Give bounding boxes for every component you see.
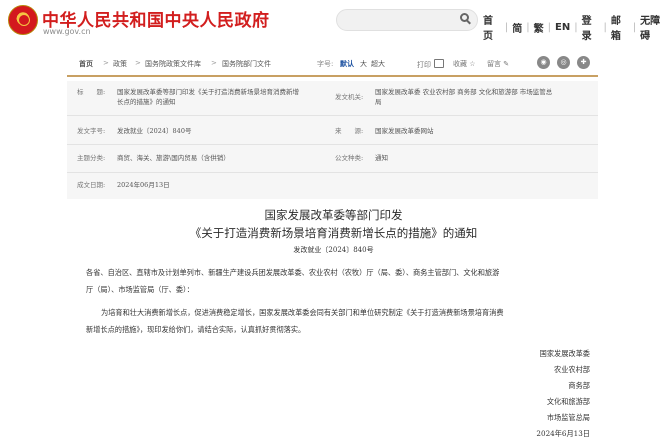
- breadcrumb: 首页 > 政策 > 国务院政策文件库 > 国务院部门文件 字号: 默认 大 超大…: [79, 59, 510, 70]
- more-share-icon[interactable]: ✚: [577, 56, 590, 69]
- favorite-button[interactable]: 收藏 ☆: [453, 59, 476, 69]
- topic-value: 商贸、海关、旅游\国内贸易（含供销）: [117, 154, 230, 162]
- pencil-icon: ✎: [503, 60, 510, 68]
- signatory-ndrc: 国家发展改革委: [539, 349, 590, 358]
- national-emblem-icon: [8, 5, 38, 35]
- title-value-line2: 长点的措施》的通知: [117, 98, 176, 106]
- recipients-line2: 厅（局）、市场监管局（厅、委）：: [86, 285, 194, 294]
- source-label: 来 源:: [335, 127, 364, 135]
- paragraph-line2: 新增长点的措施》，现印发给你们，请结合实际，认真抓好贯彻落实。: [86, 325, 306, 334]
- signatory-commerce: 商务部: [568, 381, 590, 390]
- recipients-line1: 各省、自治区、直辖市及计划单列市、新疆生产建设兵团发展改革委、农业农村（农牧）厅…: [86, 268, 500, 277]
- nav-english-link[interactable]: EN: [555, 22, 570, 33]
- docno-value: 发改就业〔2024〕840号: [117, 127, 192, 135]
- print-button[interactable]: 打印: [417, 59, 444, 70]
- breadcrumb-dept-docs[interactable]: 国务院部门文件: [222, 59, 271, 69]
- star-icon: ☆: [469, 60, 476, 68]
- search-input[interactable]: [336, 9, 478, 31]
- signing-date: 2024年6月13日: [536, 429, 590, 438]
- breadcrumb-policy-library[interactable]: 国务院政策文件库: [145, 59, 201, 69]
- nav-mail-link[interactable]: 邮箱: [611, 12, 629, 42]
- document-heading-line2: 《关于打造消费新场景培育消费新增长点的措施》的通知: [189, 226, 478, 240]
- date-label: 成文日期:: [77, 181, 106, 189]
- nav-accessibility-link[interactable]: 无障碍: [640, 12, 667, 42]
- signatory-agriculture: 农业农村部: [554, 365, 590, 374]
- font-size-label: 字号:: [317, 60, 334, 68]
- weibo-share-icon[interactable]: ◉: [537, 56, 550, 69]
- nav-login-link[interactable]: 登录: [582, 12, 600, 42]
- docno-label: 发文字号:: [77, 127, 106, 135]
- comment-button[interactable]: 留言 ✎: [487, 59, 509, 69]
- document-info-table: 标 题: 国家发展改革委等部门印发《关于打造消费新场景培育消费新增 长点的措施》…: [67, 81, 598, 199]
- paragraph-line1: 为培育和壮大消费新增长点，促进消费稳定增长，国家发展改革委会同有关部门和单位研究…: [101, 308, 504, 317]
- topic-label: 主题分类:: [77, 154, 106, 162]
- title-value-line1: 国家发展改革委等部门印发《关于打造消费新场景培育消费新增: [117, 88, 299, 96]
- font-size-large[interactable]: 大: [360, 59, 367, 69]
- print-icon: [434, 59, 444, 68]
- document-number: 发改就业〔2024〕840号: [293, 246, 374, 254]
- nav-home-link[interactable]: 首页: [483, 12, 501, 42]
- wechat-share-icon[interactable]: ◎: [557, 56, 570, 69]
- search-icon[interactable]: [460, 13, 469, 22]
- nav-traditional-link[interactable]: 繁: [534, 20, 544, 35]
- breadcrumb-home[interactable]: 首页: [79, 59, 93, 69]
- document-heading-line1: 国家发展改革委等部门印发: [264, 208, 403, 222]
- source-value: 国家发展改革委网站: [375, 127, 434, 135]
- breadcrumb-policy[interactable]: 政策: [113, 59, 127, 69]
- nav-simplified-link[interactable]: 简: [512, 20, 522, 35]
- type-label: 公文种类:: [335, 154, 364, 162]
- issuer-value-line1: 国家发展改革委 农业农村部 商务部 文化和旅游部 市场监管总: [375, 88, 553, 96]
- site-url: www.gov.cn: [43, 27, 91, 36]
- signatory-culture-tourism: 文化和旅游部: [546, 397, 590, 406]
- issuer-label: 发文机关:: [335, 93, 364, 101]
- date-value: 2024年06月13日: [117, 181, 170, 189]
- font-size-xlarge[interactable]: 超大: [371, 59, 385, 69]
- signatory-market-regulation: 市场监管总局: [546, 413, 590, 422]
- site-header: 中华人民共和国中央人民政府 www.gov.cn 首页 | 简 | 繁 | EN | 登…: [0, 0, 667, 42]
- type-value: 通知: [375, 154, 388, 162]
- top-nav: 首页 | 简 | 繁 | EN | 登录 | 邮箱 | 无障碍: [483, 12, 667, 42]
- title-label: 标 题:: [77, 88, 106, 96]
- font-size-default[interactable]: 默认: [340, 59, 354, 69]
- breadcrumb-divider: [67, 75, 598, 77]
- issuer-value-line2: 局: [375, 98, 382, 106]
